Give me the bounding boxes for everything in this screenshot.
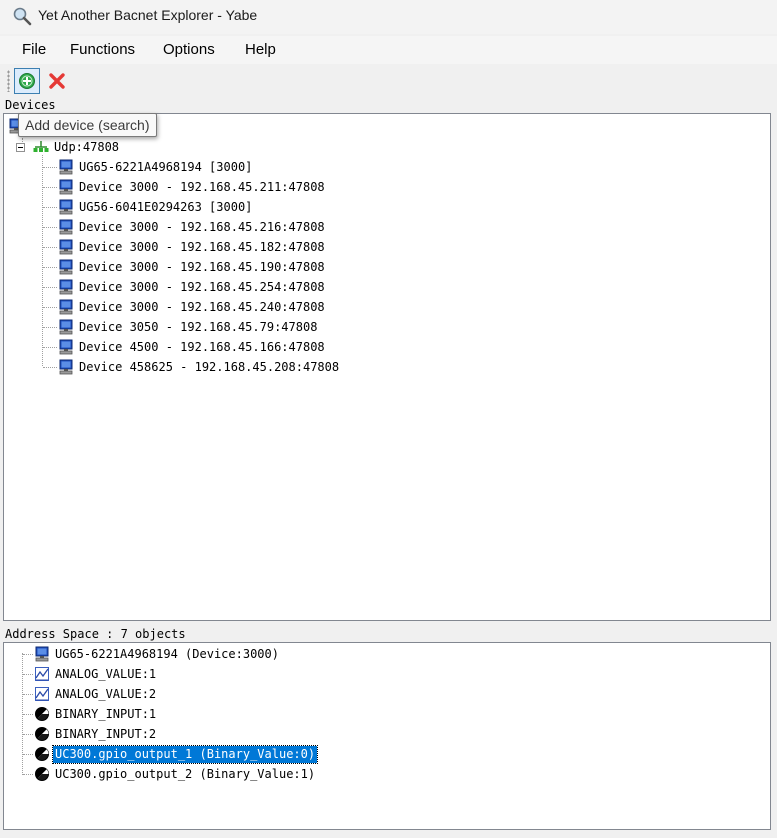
binary-icon — [34, 726, 50, 742]
tree-line — [23, 694, 33, 695]
device-label: Device 3000 - 192.168.45.216:47808 — [79, 219, 325, 234]
object-label: ANALOG_VALUE:2 — [55, 686, 157, 701]
object-node[interactable]: UC300.gpio_output_2 (Binary_Value:1) — [34, 764, 317, 784]
tree-line — [43, 347, 57, 348]
tree-line — [43, 307, 57, 308]
magnifier-app-icon — [13, 7, 32, 26]
device-node[interactable]: UG65-6221A4968194 [3000] — [58, 157, 254, 177]
device-icon — [59, 179, 73, 195]
title-bar: Yet Another Bacnet Explorer - Yabe — [0, 0, 777, 34]
add-device-button[interactable] — [14, 68, 40, 94]
tree-line — [43, 327, 57, 328]
device-label: Device 3000 - 192.168.45.211:47808 — [79, 179, 325, 194]
device-label: Device 3000 - 192.168.45.254:47808 — [79, 279, 325, 294]
udp-network-label: Udp:47808 — [54, 139, 120, 154]
object-label: ANALOG_VALUE:1 — [55, 666, 157, 681]
tree-line — [23, 754, 33, 755]
device-icon — [59, 199, 73, 215]
panel-splitter[interactable] — [0, 622, 777, 626]
device-icon — [59, 319, 73, 335]
device-node[interactable]: Device 3000 - 192.168.45.182:47808 — [58, 237, 327, 257]
object-node[interactable]: UG65-6221A4968194 (Device:3000) — [34, 644, 281, 664]
device-node[interactable]: Device 3000 - 192.168.45.211:47808 — [58, 177, 327, 197]
add-device-tooltip: Add device (search) — [18, 113, 157, 137]
window-title: Yet Another Bacnet Explorer - Yabe — [38, 7, 258, 23]
tree-line — [43, 187, 57, 188]
analog-value-icon — [34, 686, 50, 702]
device-icon — [59, 299, 73, 315]
device-label: Device 3000 - 192.168.45.240:47808 — [79, 299, 325, 314]
device-icon — [59, 259, 73, 275]
devices-tree[interactable]: Udp:47808 UG65-6221A4968194 [3000] Device… — [3, 113, 771, 621]
device-icon — [35, 646, 49, 662]
tree-line — [43, 227, 57, 228]
device-node[interactable]: Device 458625 - 192.168.45.208:47808 — [58, 357, 341, 377]
tree-line — [23, 674, 33, 675]
device-node[interactable]: Device 4500 - 192.168.45.166:47808 — [58, 337, 327, 357]
tree-line — [23, 714, 33, 715]
object-node[interactable]: ANALOG_VALUE:2 — [34, 684, 158, 704]
binary-icon — [34, 766, 50, 782]
network-icon — [33, 141, 49, 152]
object-label: UC300.gpio_output_2 (Binary_Value:1) — [55, 766, 316, 781]
device-label: UG65-6221A4968194 [3000] — [79, 159, 253, 174]
device-node[interactable]: UG56-6041E0294263 [3000] — [58, 197, 254, 217]
object-label: BINARY_INPUT:1 — [55, 706, 157, 721]
object-label: UG65-6221A4968194 (Device:3000) — [55, 646, 279, 661]
object-node[interactable]: BINARY_INPUT:2 — [34, 724, 158, 744]
menu-file[interactable]: File — [22, 41, 46, 58]
add-device-icon — [19, 73, 35, 89]
binary-icon — [34, 706, 50, 722]
device-label: UG56-6041E0294263 [3000] — [79, 199, 253, 214]
analog-value-icon — [34, 666, 50, 682]
device-node[interactable]: Device 3050 - 192.168.45.79:47808 — [58, 317, 319, 337]
device-node[interactable]: Device 3000 - 192.168.45.190:47808 — [58, 257, 327, 277]
tree-line — [43, 267, 57, 268]
menu-bar: File Functions Options Help — [0, 36, 777, 64]
status-strip — [0, 832, 777, 838]
device-node[interactable]: Device 3000 - 192.168.45.240:47808 — [58, 297, 327, 317]
binary-icon — [34, 746, 50, 762]
object-label: UC300.gpio_output_1 (Binary_Value:0) — [51, 744, 319, 764]
device-icon — [59, 339, 73, 355]
device-label: Device 3000 - 192.168.45.182:47808 — [79, 239, 325, 254]
device-icon — [59, 219, 73, 235]
menu-options[interactable]: Options — [163, 41, 215, 58]
tree-line — [43, 367, 57, 368]
tree-line — [43, 207, 57, 208]
tree-line — [23, 774, 33, 775]
toolbar — [0, 66, 777, 96]
collapse-udp-toggle[interactable] — [16, 143, 25, 152]
device-label: Device 3050 - 192.168.45.79:47808 — [79, 319, 318, 334]
device-label: Device 458625 - 192.168.45.208:47808 — [79, 359, 340, 374]
device-icon — [59, 279, 73, 295]
address-space-label: Address Space : 7 objects — [5, 627, 186, 641]
tree-line — [43, 287, 57, 288]
object-node[interactable]: BINARY_INPUT:1 — [34, 704, 158, 724]
udp-network-node[interactable]: Udp:47808 — [33, 137, 121, 157]
devices-label: Devices — [5, 98, 56, 112]
device-node[interactable]: Device 3000 - 192.168.45.254:47808 — [58, 277, 327, 297]
device-node[interactable]: Device 3000 - 192.168.45.216:47808 — [58, 217, 327, 237]
tree-line — [23, 734, 33, 735]
device-icon — [59, 239, 73, 255]
toolbar-grip[interactable] — [7, 70, 10, 92]
object-node[interactable]: UC300.gpio_output_1 (Binary_Value:0) — [34, 744, 319, 764]
device-icon — [59, 159, 73, 175]
object-node[interactable]: ANALOG_VALUE:1 — [34, 664, 158, 684]
delete-device-icon[interactable] — [46, 70, 68, 92]
device-label: Device 4500 - 192.168.45.166:47808 — [79, 339, 325, 354]
device-label: Device 3000 - 192.168.45.190:47808 — [79, 259, 325, 274]
device-icon — [59, 359, 73, 375]
menu-help[interactable]: Help — [245, 41, 276, 58]
object-label: BINARY_INPUT:2 — [55, 726, 157, 741]
address-space-tree[interactable]: UG65-6221A4968194 (Device:3000) ANALOG_VA… — [3, 642, 771, 830]
menu-functions[interactable]: Functions — [70, 41, 135, 58]
tree-line — [23, 654, 33, 655]
tree-line — [43, 247, 57, 248]
tree-line — [43, 167, 57, 168]
